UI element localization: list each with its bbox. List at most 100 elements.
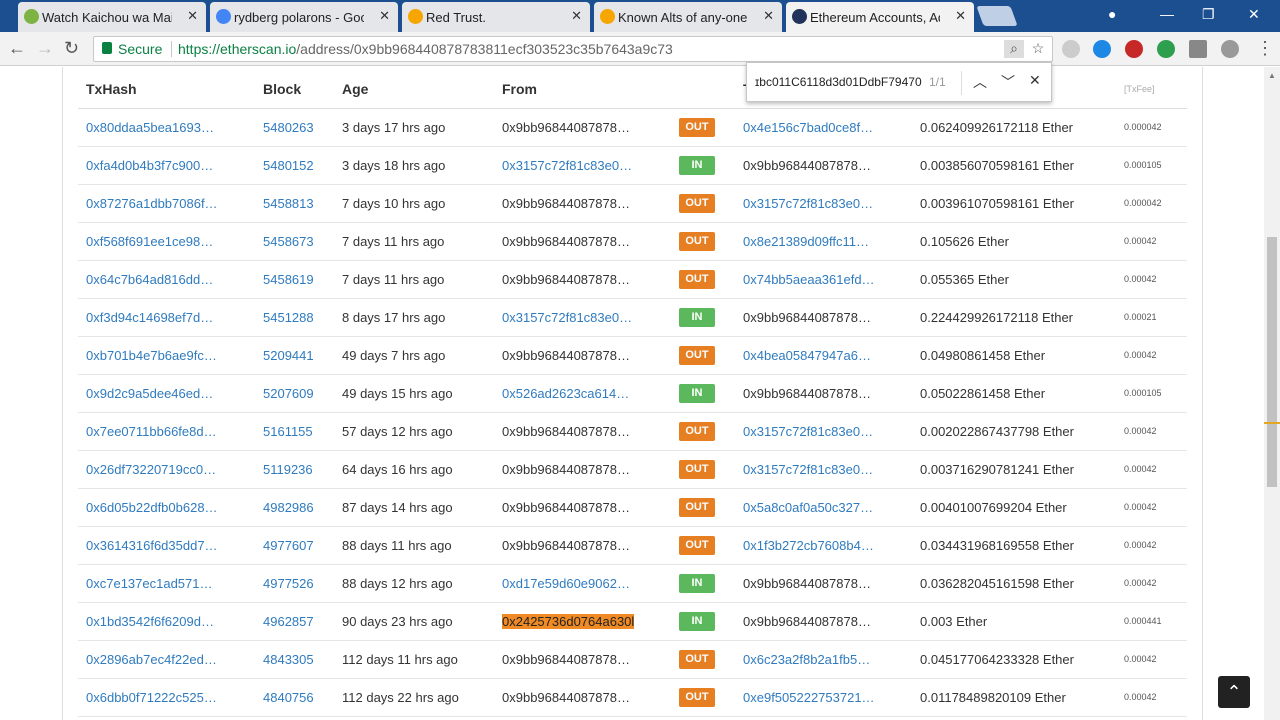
find-input[interactable]: ɪbc011C6118d3d01DdbF79470 xyxy=(755,75,922,89)
block-link[interactable]: 5458813 xyxy=(263,196,314,211)
direction-badge: IN xyxy=(679,383,715,403)
minimize-icon[interactable]: — xyxy=(1160,6,1174,22)
database-extension-icon[interactable] xyxy=(1221,40,1239,58)
tab-kaichou[interactable]: Watch Kaichou wa Maid- ✕ xyxy=(18,2,206,32)
txhash-link[interactable]: 0xb701b4e7b6ae9fc… xyxy=(86,348,217,363)
from-cell: 0x9bb96844087878… xyxy=(502,119,630,135)
from-link[interactable]: 0x3157c72f81c83e0… xyxy=(502,158,632,173)
value-cell: 0.003 Ether xyxy=(920,613,988,629)
to-link[interactable]: 0x8e21389d09ffc11… xyxy=(743,234,869,249)
menu-icon[interactable]: ⋮ xyxy=(1256,38,1274,59)
scroll-up-icon[interactable]: ▲ xyxy=(1268,71,1276,80)
close-icon[interactable]: ✕ xyxy=(955,8,966,24)
tab-etherscan[interactable]: Ethereum Accounts, Add ✕ xyxy=(786,2,974,32)
table-cell: 4982986 xyxy=(255,488,334,527)
scrollbar-thumb[interactable] xyxy=(1267,237,1277,487)
txhash-link[interactable]: 0xf568f691ee1ce98… xyxy=(86,234,213,249)
close-icon[interactable]: ✕ xyxy=(187,8,198,24)
to-link[interactable]: 0x5a8c0af0a50c327… xyxy=(743,500,873,515)
page-content: TxHash Block Age From To Value [TxFee] 0… xyxy=(0,67,1264,720)
maximize-icon[interactable]: ❐ xyxy=(1202,6,1215,23)
from-link[interactable]: 0x526ad2623ca614… xyxy=(502,386,629,401)
to-link[interactable]: 0x4bea05847947a6… xyxy=(743,348,871,363)
close-icon[interactable]: ✕ xyxy=(571,8,582,24)
find-close-icon[interactable]: ✕ xyxy=(1029,72,1041,89)
block-link[interactable]: 4977526 xyxy=(263,576,314,591)
block-link[interactable]: 4843305 xyxy=(263,652,314,667)
block-link[interactable]: 4962857 xyxy=(263,614,314,629)
txhash-link[interactable]: 0x6d05b22dfb0b628… xyxy=(86,500,218,515)
block-link[interactable]: 4977607 xyxy=(263,538,314,553)
block-link[interactable]: 5161155 xyxy=(263,424,313,439)
to-link[interactable]: 0x4e156c7bad0ce8f… xyxy=(743,120,873,135)
tab-red-trust[interactable]: Red Trust. ✕ xyxy=(402,2,590,32)
block-link[interactable]: 5480152 xyxy=(263,158,314,173)
zoom-find-icon[interactable]: ⌕ xyxy=(1004,40,1024,58)
grammarly-icon[interactable] xyxy=(1157,40,1175,58)
table-cell: 0x9bb96844087878… xyxy=(494,260,671,299)
txhash-link[interactable]: 0x80ddaa5bea1693… xyxy=(86,120,214,135)
txhash-link[interactable]: 0x26df73220719cc0… xyxy=(86,462,216,477)
back-to-top-button[interactable]: ⌃ xyxy=(1218,676,1250,708)
to-link[interactable]: 0x74bb5aeaa361efd… xyxy=(743,272,875,287)
txhash-link[interactable]: 0x87276a1dbb7086f… xyxy=(86,196,218,211)
forward-icon[interactable]: → xyxy=(36,38,54,59)
block-link[interactable]: 5207609 xyxy=(263,386,314,401)
block-link[interactable]: 5119236 xyxy=(263,462,313,477)
block-link[interactable]: 5458673 xyxy=(263,234,314,249)
close-icon[interactable]: ✕ xyxy=(763,8,774,24)
txhash-link[interactable]: 0xfa4d0b4b3f7c900… xyxy=(86,158,213,173)
star-icon[interactable]: ☆ xyxy=(1028,40,1048,58)
txhash-link[interactable]: 0xc7e137ec1ad571… xyxy=(86,576,213,591)
tab-known-alts[interactable]: Known Alts of any-one - ✕ xyxy=(594,2,782,32)
table-cell: 0.105626 Ether xyxy=(912,222,1116,261)
age-cell: 57 days 12 hrs ago xyxy=(342,423,453,439)
to-link[interactable]: 0x3157c72f81c83e0… xyxy=(743,462,873,477)
txhash-link[interactable]: 0x64c7b64ad816dd… xyxy=(86,272,213,287)
adblock-icon[interactable] xyxy=(1125,40,1143,58)
es-extension-icon[interactable] xyxy=(1189,40,1207,58)
find-previous-icon[interactable]: ︿ xyxy=(973,72,987,92)
table-cell: 0x9bb96844087878… xyxy=(735,374,912,413)
from-link[interactable]: 0x2425736d0764a630l xyxy=(502,613,635,629)
to-link[interactable]: 0x3157c72f81c83e0… xyxy=(743,196,873,211)
to-link[interactable]: 0xe9f505222753721… xyxy=(743,690,875,705)
txhash-link[interactable]: 0x7ee0711bb66fe8d… xyxy=(86,424,217,439)
to-link[interactable]: 0x3157c72f81c83e0… xyxy=(743,424,873,439)
back-icon[interactable]: ← xyxy=(8,38,26,59)
url-text[interactable]: https://etherscan.io/address/0x9bb968440… xyxy=(178,41,673,57)
reload-icon[interactable]: ↻ xyxy=(64,38,79,59)
txhash-link[interactable]: 0x9d2c9a5dee46ed… xyxy=(86,386,213,401)
close-icon[interactable]: ✕ xyxy=(379,8,390,24)
block-link[interactable]: 4840756 xyxy=(263,690,314,705)
txhash-link[interactable]: 0x3614316f6d35dd7… xyxy=(86,538,218,553)
tab-google[interactable]: rydberg polarons - Goog ✕ xyxy=(210,2,398,32)
block-link[interactable]: 5209441 xyxy=(263,348,314,363)
txhash-link[interactable]: 0x2896ab7ec4f22ed… xyxy=(86,652,217,667)
table-cell: 0x9bb96844087878… xyxy=(494,640,671,679)
table-cell: 0.00042 xyxy=(1116,412,1187,451)
from-link[interactable]: 0x3157c72f81c83e0… xyxy=(502,310,632,325)
block-link[interactable]: 4982986 xyxy=(263,500,314,515)
from-link[interactable]: 0xd17e59d60e9062… xyxy=(502,576,630,591)
block-link[interactable]: 5480263 xyxy=(263,120,314,135)
address-bar[interactable]: Secure https://etherscan.io/address/0x9b… xyxy=(93,36,1053,62)
page-scrollbar[interactable]: ▲ xyxy=(1264,67,1280,720)
value-cell: 0.105626 Ether xyxy=(920,233,1009,249)
txhash-link[interactable]: 0x1bd3542f6f6209d… xyxy=(86,614,214,629)
window-close-icon[interactable]: ✕ xyxy=(1248,6,1260,23)
block-link[interactable]: 5458619 xyxy=(263,272,314,287)
find-next-icon[interactable]: ﹀ xyxy=(1001,72,1015,92)
txfee-cell: 0.000441 xyxy=(1124,616,1162,626)
pdf-extension-icon[interactable] xyxy=(1062,40,1080,58)
find-count: 1/1 xyxy=(929,75,946,89)
new-tab-button[interactable] xyxy=(976,6,1018,26)
to-link[interactable]: 0x6c23a2f8b2a1fb5… xyxy=(743,652,870,667)
txhash-link[interactable]: 0xf3d94c14698ef7d… xyxy=(86,310,213,325)
block-link[interactable]: 5451288 xyxy=(263,310,314,325)
to-link[interactable]: 0x1f3b272cb7608b4… xyxy=(743,538,874,553)
profile-icon[interactable]: ● xyxy=(1108,6,1116,22)
txhash-link[interactable]: 0x6dbb0f71222c525… xyxy=(86,690,217,705)
txfee-cell: 0.00042 xyxy=(1124,426,1157,436)
hp-extension-icon[interactable] xyxy=(1093,40,1111,58)
